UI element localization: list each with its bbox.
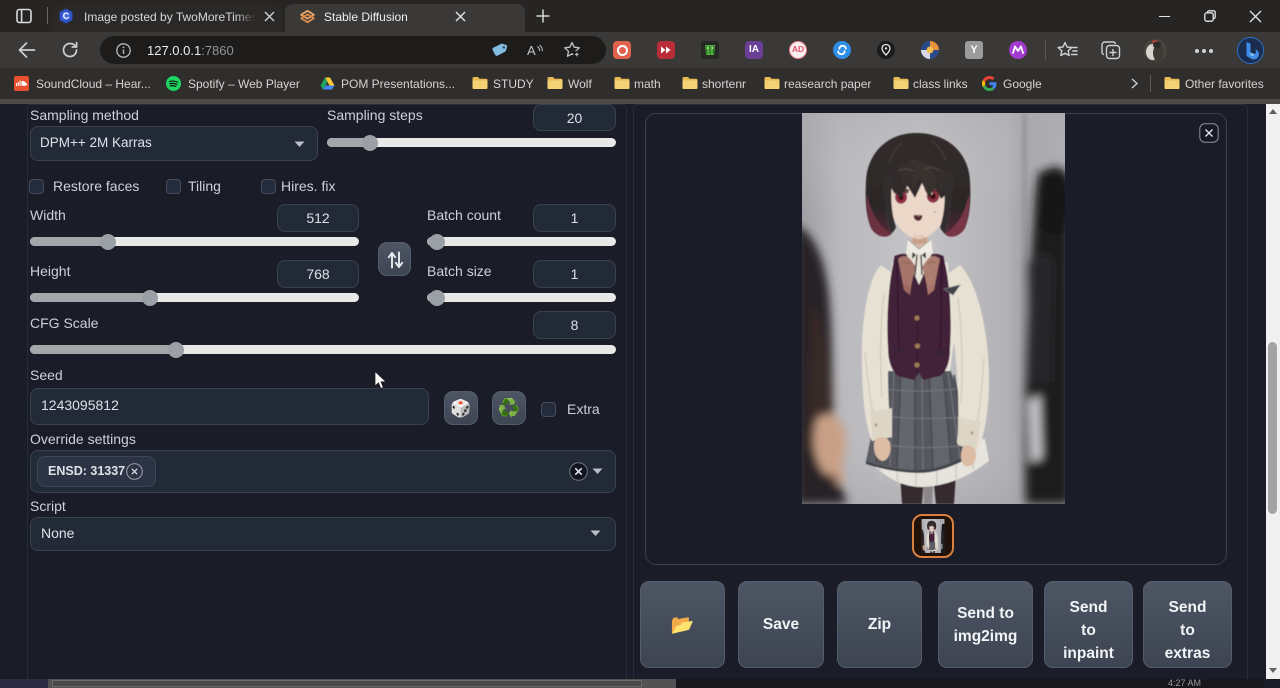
svg-text:C: C <box>63 11 70 21</box>
svg-text:A: A <box>527 43 536 58</box>
